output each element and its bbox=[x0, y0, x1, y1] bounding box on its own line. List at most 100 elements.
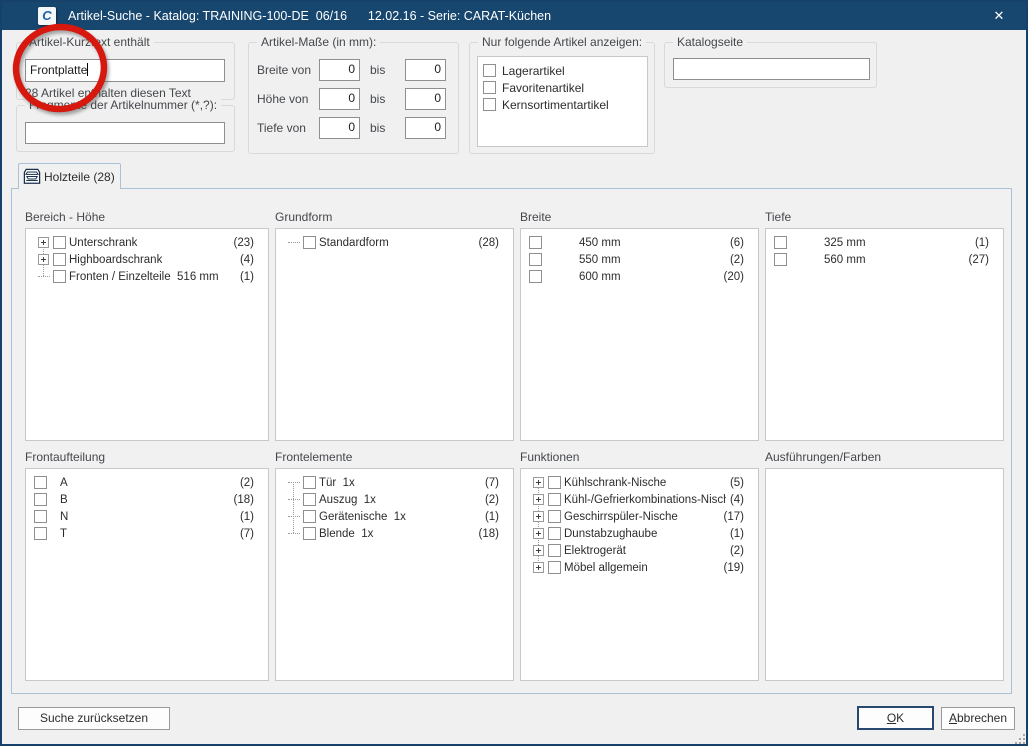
list-item[interactable]: 550 mm(2) bbox=[521, 251, 758, 268]
kurztext-input[interactable]: Frontplatte bbox=[25, 59, 225, 82]
checkbox[interactable] bbox=[548, 476, 561, 489]
masse-to-input[interactable]: 0 bbox=[405, 88, 446, 110]
list-item[interactable]: Unterschrank(23) bbox=[26, 234, 268, 251]
list-item[interactable]: Standardform(28) bbox=[276, 234, 513, 251]
checkbox[interactable] bbox=[303, 510, 316, 523]
checkbox[interactable] bbox=[303, 527, 316, 540]
list-item[interactable]: Tür 1x(7) bbox=[276, 474, 513, 491]
checkbox[interactable] bbox=[483, 64, 496, 77]
checkbox[interactable] bbox=[529, 236, 542, 249]
expand-icon[interactable] bbox=[533, 511, 544, 522]
checkbox[interactable] bbox=[34, 510, 47, 523]
checkbox[interactable] bbox=[548, 510, 561, 523]
list-item[interactable]: N(1) bbox=[26, 508, 268, 525]
resize-grip[interactable] bbox=[1015, 734, 1017, 736]
list-item[interactable]: 600 mm(20) bbox=[521, 268, 758, 285]
masse-to-input[interactable]: 0 bbox=[405, 59, 446, 81]
checkbox[interactable] bbox=[303, 476, 316, 489]
list-item[interactable]: Elektrogerät(2) bbox=[521, 542, 758, 559]
list-item[interactable]: Gerätenische 1x(1) bbox=[276, 508, 513, 525]
checkbox[interactable] bbox=[53, 236, 66, 249]
list-item[interactable]: 560 mm(27) bbox=[766, 251, 1003, 268]
reset-search-button[interactable]: Suche zurücksetzen bbox=[18, 707, 170, 730]
list-item[interactable]: Geschirrspüler-Nische(17) bbox=[521, 508, 758, 525]
item-count: (1) bbox=[481, 511, 499, 523]
list-item[interactable]: Kühl-/Gefrierkombinations-Nische(4) bbox=[521, 491, 758, 508]
list-item[interactable]: Fronten / Einzelteile 516 mm(1) bbox=[26, 268, 268, 285]
checkbox[interactable] bbox=[529, 253, 542, 266]
tree-stub bbox=[288, 494, 299, 505]
filter-panel-funktionen: FunktionenKühlschrank-Nische(5)Kühl-/Gef… bbox=[520, 450, 759, 681]
filter-option[interactable]: Lagerartikel bbox=[478, 62, 647, 79]
filter-option[interactable]: Kernsortimentartikel bbox=[478, 96, 647, 113]
title-bar[interactable]: C Artikel-Suche - Katalog: TRAINING-100-… bbox=[2, 2, 1026, 30]
list-item[interactable]: 450 mm(6) bbox=[521, 234, 758, 251]
list-item[interactable]: A(2) bbox=[26, 474, 268, 491]
checkbox[interactable] bbox=[53, 270, 66, 283]
filter-panel-breite: Breite 450 mm(6)550 mm(2)600 mm(20) bbox=[520, 210, 759, 441]
masse-to-input[interactable]: 0 bbox=[405, 117, 446, 139]
checkbox[interactable] bbox=[34, 476, 47, 489]
list-item[interactable]: Auszug 1x(2) bbox=[276, 491, 513, 508]
masse-from-input[interactable]: 0 bbox=[319, 88, 360, 110]
checkbox[interactable] bbox=[774, 236, 787, 249]
masse-from-input[interactable]: 0 bbox=[319, 117, 360, 139]
close-icon[interactable]: ✕ bbox=[990, 7, 1008, 25]
list-item[interactable]: Highboardschrank(4) bbox=[26, 251, 268, 268]
list-item[interactable]: Blende 1x(18) bbox=[276, 525, 513, 542]
checkbox[interactable] bbox=[548, 527, 561, 540]
fragment-group: Fragmente der Artikelnummer (*,?): bbox=[16, 105, 235, 152]
option-label: Lagerartikel bbox=[502, 64, 565, 78]
checkbox[interactable] bbox=[34, 527, 47, 540]
ok-button[interactable]: OK bbox=[857, 706, 934, 730]
masse-bis-label: bis bbox=[370, 63, 385, 77]
list-item[interactable]: Dunstabzughaube(1) bbox=[521, 525, 758, 542]
item-label: Kühl-/Gefrierkombinations-Nische bbox=[564, 494, 726, 506]
panel-title: Breite bbox=[520, 210, 759, 228]
expand-icon[interactable] bbox=[38, 254, 49, 265]
anzeigen-group-label: Nur folgende Artikel anzeigen: bbox=[478, 35, 646, 49]
list-item[interactable]: Möbel allgemein(19) bbox=[521, 559, 758, 576]
checkbox[interactable] bbox=[53, 253, 66, 266]
masse-bis-label: bis bbox=[370, 121, 385, 135]
filter-panel-bereich-hoehe: Bereich - Höhe Unterschrank(23)Highboards… bbox=[25, 210, 269, 441]
list-item[interactable]: Kühlschrank-Nische(5) bbox=[521, 474, 758, 491]
katalogseite-input[interactable] bbox=[673, 58, 870, 80]
list-item[interactable]: T(7) bbox=[26, 525, 268, 542]
expand-icon[interactable] bbox=[533, 545, 544, 556]
item-label: Elektrogerät bbox=[564, 545, 626, 557]
masse-from-input[interactable]: 0 bbox=[319, 59, 360, 81]
expand-icon[interactable] bbox=[533, 477, 544, 488]
option-label: Kernsortimentartikel bbox=[502, 98, 609, 112]
checkbox[interactable] bbox=[303, 236, 316, 249]
checkbox[interactable] bbox=[34, 493, 47, 506]
item-count: (2) bbox=[726, 254, 744, 266]
filter-panel-ausfuehrungen-farben: Ausführungen/Farben bbox=[765, 450, 1004, 681]
expand-icon[interactable] bbox=[533, 494, 544, 505]
checkbox[interactable] bbox=[303, 493, 316, 506]
checkbox[interactable] bbox=[529, 270, 542, 283]
checkbox[interactable] bbox=[548, 561, 561, 574]
checkbox[interactable] bbox=[774, 253, 787, 266]
panel-title: Bereich - Höhe bbox=[25, 210, 269, 228]
checkbox[interactable] bbox=[548, 493, 561, 506]
expand-icon[interactable] bbox=[533, 528, 544, 539]
expand-icon[interactable] bbox=[533, 562, 544, 573]
filter-option[interactable]: Favoritenartikel bbox=[478, 79, 647, 96]
item-count: (18) bbox=[230, 494, 254, 506]
checkbox[interactable] bbox=[483, 98, 496, 111]
item-label: Geschirrspüler-Nische bbox=[564, 511, 678, 523]
expand-icon[interactable] bbox=[38, 237, 49, 248]
panel-list: 325 mm(1)560 mm(27) bbox=[765, 228, 1004, 441]
tab-page: Bereich - Höhe Unterschrank(23)Highboards… bbox=[11, 188, 1012, 694]
checkbox[interactable] bbox=[548, 544, 561, 557]
fragment-input[interactable] bbox=[25, 122, 225, 144]
list-item[interactable]: B(18) bbox=[26, 491, 268, 508]
checkbox[interactable] bbox=[483, 81, 496, 94]
masse-row: Breite von0bis0 bbox=[249, 59, 458, 81]
cabinet-icon bbox=[23, 168, 41, 185]
window-title: Artikel-Suche - Katalog: TRAINING-100-DE… bbox=[68, 9, 551, 23]
cancel-button[interactable]: Abbrechen bbox=[941, 707, 1015, 730]
tab-holzteile[interactable]: Holzteile (28) bbox=[18, 163, 121, 189]
list-item[interactable]: 325 mm(1) bbox=[766, 234, 1003, 251]
